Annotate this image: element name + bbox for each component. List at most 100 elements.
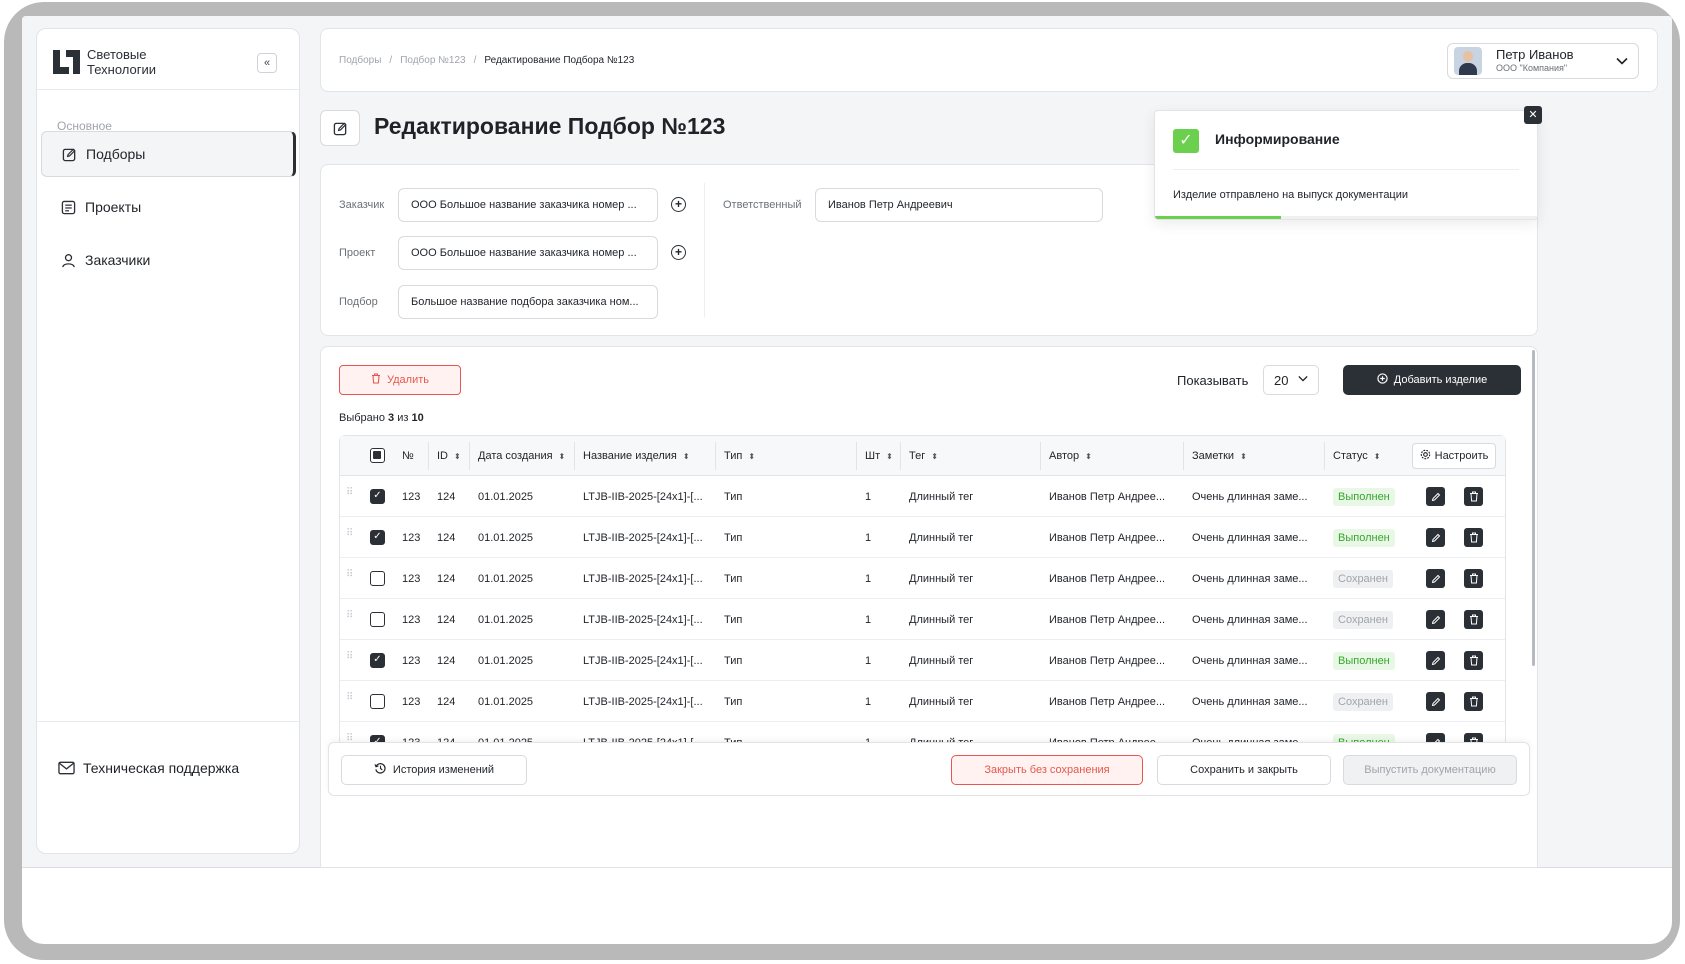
sort-icon: ⬍ (931, 451, 938, 461)
breadcrumb-item-selections[interactable]: Подборы (339, 55, 381, 66)
selected-count: 3 (388, 412, 395, 424)
row-checkbox[interactable]: ✓ (370, 653, 385, 668)
sort-icon: ⬍ (454, 451, 461, 461)
close-icon[interactable]: ✕ (1524, 106, 1542, 124)
column-header-status[interactable]: Статус ⬍ (1333, 436, 1380, 476)
delete-button[interactable]: Удалить (339, 365, 461, 395)
cell-num: 123 (402, 572, 421, 585)
trash-icon[interactable] (1464, 692, 1483, 711)
trash-icon[interactable] (1464, 651, 1483, 670)
table-row[interactable]: ⠿ 123 124 01.01.2025 LTJB-IIB-2025-[24x1]-[.… (340, 599, 1505, 640)
table-row[interactable]: ⠿ 123 124 01.01.2025 LTJB-IIB-2025-[24x1]-[.… (340, 558, 1505, 599)
add-item-label: Добавить изделие (1393, 374, 1488, 386)
configure-columns-button[interactable]: Настроить (1412, 443, 1496, 469)
trash-icon[interactable] (1464, 569, 1483, 588)
avatar (1454, 47, 1482, 75)
mail-icon (57, 759, 75, 777)
edit-icon[interactable] (1426, 528, 1445, 547)
cell-status: Сохранен (1333, 599, 1393, 640)
row-checkbox[interactable]: ✓ (370, 489, 385, 504)
status-badge: Сохранен (1333, 692, 1393, 711)
sidebar-item-projects[interactable]: Проекты (41, 184, 296, 230)
sort-icon: ⬍ (748, 451, 756, 461)
history-label: История изменений (392, 764, 495, 776)
column-separator (1324, 442, 1325, 470)
table-row[interactable]: ⠿ ✓ 123 124 01.01.2025 LTJB-IIB-2025-[24x1]-[… (340, 476, 1505, 517)
column-header-num[interactable]: № (402, 436, 414, 476)
cell-tag: Длинный тег (909, 572, 974, 585)
sort-icon: ⬍ (558, 451, 566, 461)
collapse-sidebar-button[interactable]: « (257, 53, 277, 73)
drag-handle-icon[interactable]: ⠿ (346, 734, 353, 744)
tech-support-link[interactable]: Техническая поддержка (57, 759, 239, 777)
row-checkbox[interactable] (370, 694, 385, 709)
drag-handle-icon[interactable]: ⠿ (346, 488, 353, 498)
add-item-button[interactable]: Добавить изделие (1343, 365, 1521, 395)
trash-icon[interactable] (1464, 487, 1483, 506)
drag-handle-icon[interactable]: ⠿ (346, 611, 353, 621)
selected-of: из (397, 412, 409, 424)
breadcrumb-separator: / (473, 55, 477, 66)
edit-icon[interactable] (1426, 569, 1445, 588)
cell-author: Иванов Петр Андрее... (1049, 695, 1166, 708)
cell-id: 124 (437, 531, 456, 544)
history-button[interactable]: История изменений (341, 755, 527, 785)
edit-icon[interactable] (1426, 692, 1445, 711)
cell-status: Выполнен (1333, 640, 1395, 681)
row-checkbox[interactable] (370, 612, 385, 627)
drag-handle-icon[interactable]: ⠿ (346, 570, 353, 580)
close-without-saving-button[interactable]: Закрыть без сохранения (951, 755, 1143, 785)
save-and-close-button[interactable]: Сохранить и закрыть (1157, 755, 1331, 785)
add-project-icon[interactable]: + (671, 245, 686, 260)
table-row[interactable]: ⠿ 123 124 01.01.2025 LTJB-IIB-2025-[24x1]-[.… (340, 681, 1505, 722)
customer-label: Заказчик (339, 199, 385, 211)
status-badge: Сохранен (1333, 569, 1393, 588)
cell-author: Иванов Петр Андрее... (1049, 654, 1166, 667)
trash-icon[interactable] (1464, 528, 1483, 547)
check-icon: ✓ (1173, 129, 1199, 153)
cell-notes: Очень длинная заме... (1192, 695, 1308, 708)
breadcrumb-item-selection[interactable]: Подбор №123 (400, 55, 465, 66)
drag-handle-icon[interactable]: ⠿ (346, 529, 353, 539)
items-table: № ID ⬍ Дата создания ⬍ Название изделия ⬍ Т… (339, 435, 1506, 764)
table-row[interactable]: ⠿ ✓ 123 124 01.01.2025 LTJB-IIB-2025-[24x1]-[… (340, 640, 1505, 681)
column-separator (428, 442, 429, 470)
column-header-qty[interactable]: Шт ⬍ (865, 436, 893, 476)
trash-icon[interactable] (1464, 610, 1483, 629)
column-header-type[interactable]: Тип ⬍ (724, 436, 755, 476)
sidebar-divider (37, 89, 299, 90)
cell-num: 123 (402, 654, 421, 667)
column-header-author[interactable]: Автор ⬍ (1049, 436, 1092, 476)
cell-qty: 1 (865, 613, 872, 626)
edit-icon[interactable] (1426, 651, 1445, 670)
select-all-checkbox[interactable] (370, 448, 385, 463)
table-row[interactable]: ⠿ ✓ 123 124 01.01.2025 LTJB-IIB-2025-[24x1]-[… (340, 517, 1505, 558)
column-label: Тип (724, 450, 743, 462)
edit-icon[interactable] (1426, 610, 1445, 629)
project-field[interactable]: ООО Большое название заказчика номер ... (398, 236, 658, 270)
sort-icon: ⬍ (1373, 451, 1381, 461)
column-header-name[interactable]: Название изделия ⬍ (583, 436, 690, 476)
column-separator (856, 442, 857, 470)
row-checkbox[interactable] (370, 571, 385, 586)
sidebar-item-label: Проекты (85, 199, 142, 215)
drag-handle-icon[interactable]: ⠿ (346, 693, 353, 703)
vertical-scrollbar[interactable] (1532, 350, 1535, 666)
sidebar-item-selections[interactable]: Подборы (41, 131, 296, 177)
user-menu[interactable]: Петр Иванов ООО "Компания" (1447, 43, 1639, 79)
responsible-field[interactable]: Иванов Петр Андреевич (815, 188, 1103, 222)
selection-field[interactable]: Большое название подбора заказчика ном..… (398, 285, 658, 319)
drag-handle-icon[interactable]: ⠿ (346, 652, 353, 662)
release-documentation-button[interactable]: Выпустить документацию (1343, 755, 1517, 785)
page-size-select[interactable]: 20 (1263, 365, 1319, 395)
customer-field[interactable]: ООО Большое название заказчика номер ... (398, 188, 658, 222)
row-checkbox[interactable]: ✓ (370, 530, 385, 545)
sidebar-item-customers[interactable]: Заказчики (41, 237, 296, 283)
column-header-id[interactable]: ID ⬍ (437, 436, 461, 476)
column-header-date[interactable]: Дата создания ⬍ (478, 436, 565, 476)
add-customer-icon[interactable]: + (671, 197, 686, 212)
column-header-tag[interactable]: Тег ⬍ (909, 436, 938, 476)
column-header-notes[interactable]: Заметки ⬍ (1192, 436, 1247, 476)
edit-icon[interactable] (1426, 487, 1445, 506)
cell-qty: 1 (865, 531, 872, 544)
